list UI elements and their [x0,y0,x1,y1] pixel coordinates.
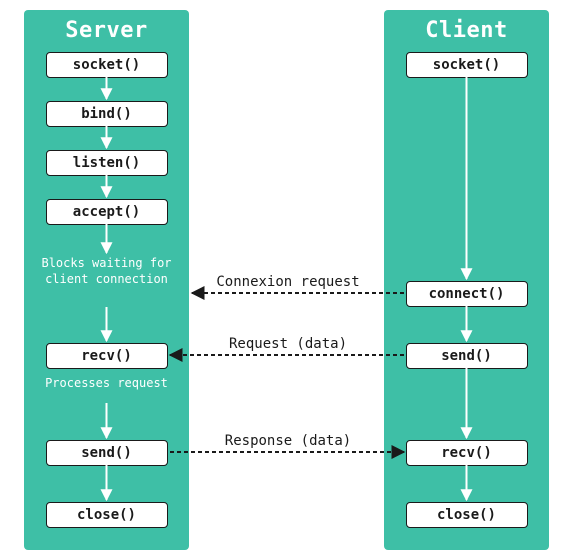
server-listen-node: listen() [46,150,168,176]
label-connexion-request: Connexion request [216,274,359,290]
client-socket-node: socket() [406,52,528,78]
server-column: Server socket() bind() listen() accept()… [24,10,189,550]
client-close-node: close() [406,502,528,528]
client-column: Client socket() connect() send() recv() … [384,10,549,550]
server-send-node: send() [46,440,168,466]
client-recv-node: recv() [406,440,528,466]
label-request-data: Request (data) [229,336,347,352]
client-title: Client [384,10,549,43]
server-title: Server [24,10,189,43]
server-accept-node: accept() [46,199,168,225]
server-blocks-note: Blocks waiting for client connection [37,255,177,287]
client-send-node: send() [406,343,528,369]
diagram-canvas: Server socket() bind() listen() accept()… [0,0,570,560]
server-socket-node: socket() [46,52,168,78]
client-connect-node: connect() [406,281,528,307]
server-close-node: close() [46,502,168,528]
server-bind-node: bind() [46,101,168,127]
server-processes-note: Processes request [37,375,177,391]
label-response-data: Response (data) [225,433,351,449]
server-recv-node: recv() [46,343,168,369]
